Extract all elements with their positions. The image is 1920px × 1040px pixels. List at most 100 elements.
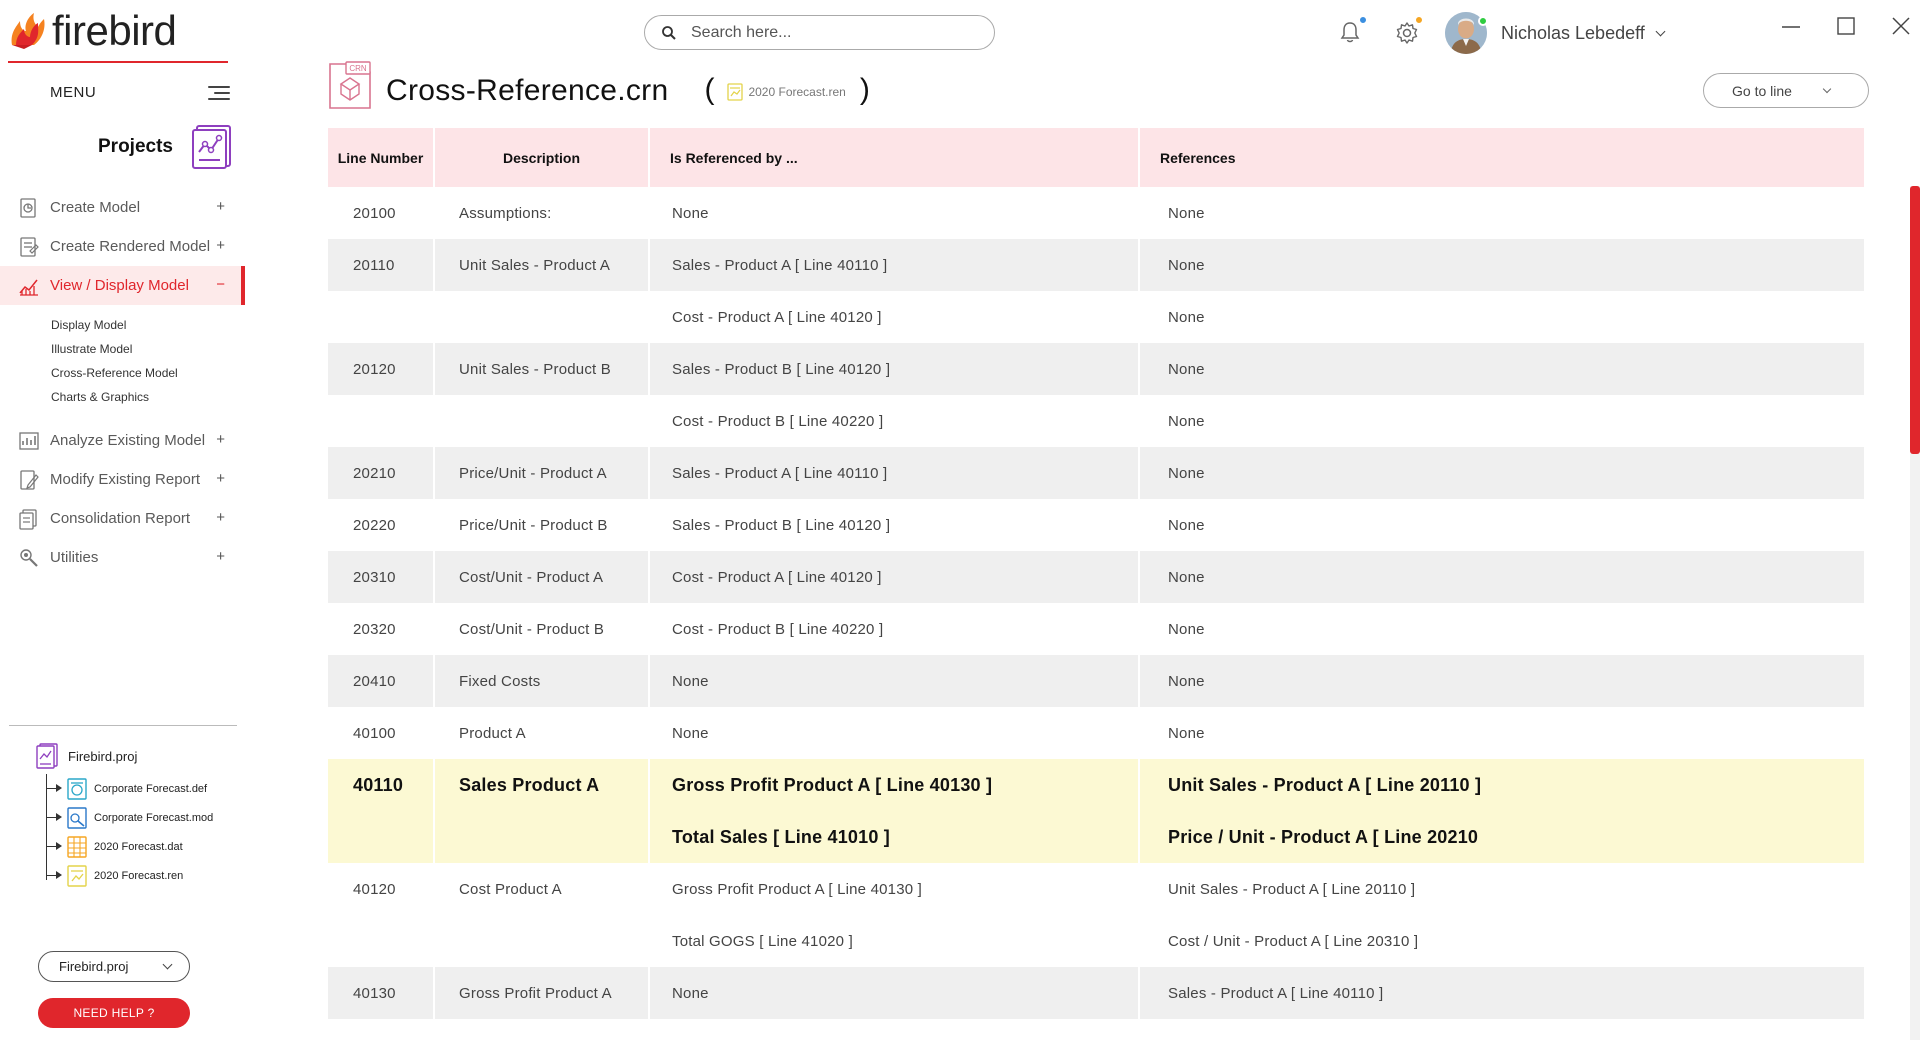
tree-root-item[interactable]: Firebird.proj — [36, 742, 213, 770]
firebird-logo[interactable]: firebird — [8, 8, 177, 54]
project-tree: Firebird.proj Corporate Forecast.def Cor… — [36, 742, 213, 890]
logo-divider — [8, 61, 228, 63]
table-row[interactable]: 20320 Cost/Unit - Product B Cost - Product… — [328, 603, 1864, 655]
search-input[interactable] — [691, 23, 971, 42]
expand-icon[interactable]: + — [216, 237, 225, 254]
go-to-line-select[interactable]: Go to line — [1703, 73, 1869, 108]
table-row[interactable]: 40130 Gross Profit Product A None Sales - P… — [328, 967, 1864, 1019]
scrollbar-thumb[interactable] — [1910, 186, 1920, 454]
app-window: firebird MENU Projects Create Model + Cr… — [0, 0, 1920, 1040]
project-select-value: Firebird.proj — [59, 959, 129, 974]
sidebar-item-analyze-existing-model[interactable]: Analyze Existing Model + — [0, 421, 245, 460]
submenu-illustrate-model[interactable]: Illustrate Model — [51, 337, 245, 361]
page-title: Cross-Reference.crn — [386, 74, 669, 107]
sidebar-item-modify-existing-report[interactable]: Modify Existing Report + — [0, 460, 245, 499]
cell-references: Unit Sales - Product A [ Line 20110 ] — [1168, 880, 1416, 898]
tree-item-dat[interactable]: 2020 Forecast.dat — [46, 832, 213, 861]
cell-referenced-by: Cost - Product B [ Line 40220 ] — [650, 395, 1140, 447]
paren-close: ) — [859, 73, 870, 106]
tree-item-mod[interactable]: Corporate Forecast.mod — [46, 803, 213, 832]
need-help-button[interactable]: NEED HELP ? — [38, 998, 190, 1028]
maximize-icon[interactable] — [1834, 14, 1858, 38]
table-row[interactable]: 20100 Assumptions: None None — [328, 187, 1864, 239]
cell-references: None — [1168, 464, 1205, 482]
tree-item-def[interactable]: Corporate Forecast.def — [46, 774, 213, 803]
collapse-icon[interactable]: − — [216, 276, 225, 293]
ren-file-icon — [67, 864, 87, 887]
cell-references: Cost / Unit - Product A [ Line 20310 ] — [1168, 932, 1419, 950]
table-row[interactable]: Cost - Product B [ Line 40220 ] None — [328, 395, 1864, 447]
table-row[interactable]: 20120 Unit Sales - Product B Sales - Produ… — [328, 343, 1864, 395]
project-select[interactable]: Firebird.proj — [38, 951, 190, 982]
table-row[interactable]: 20310 Cost/Unit - Product A Cost - Product… — [328, 551, 1864, 603]
sidebar-item-view-display-model[interactable]: View / Display Model − — [0, 266, 245, 305]
tree-children: Corporate Forecast.def Corporate Forecas… — [46, 774, 213, 890]
cell-description: Unit Sales - Product B — [435, 343, 650, 395]
header-description: Description — [435, 128, 650, 187]
cell-referenced-by: Total Sales [ Line 41010 ] — [650, 811, 1140, 863]
expand-icon[interactable]: + — [216, 470, 225, 487]
expand-icon[interactable]: + — [216, 509, 225, 526]
cell-description: Assumptions: — [435, 187, 650, 239]
cell-referenced-by: Cost - Product B [ Line 40220 ] — [650, 603, 1140, 655]
close-icon[interactable] — [1889, 14, 1913, 38]
submenu-charts-graphics[interactable]: Charts & Graphics — [51, 385, 245, 409]
cell-references: None — [1168, 204, 1205, 222]
table-row[interactable]: 20410 Fixed Costs None None — [328, 655, 1864, 707]
sidebar-item-utilities[interactable]: Utilities + — [0, 538, 245, 577]
table-row[interactable]: Total GOGS [ Line 41020 ] Cost / Unit - P… — [328, 915, 1864, 967]
cell-line-number: 20220 — [328, 499, 435, 551]
table-row[interactable]: 40120 Cost Product A Gross Profit Product … — [328, 863, 1864, 915]
table-row[interactable]: 20210 Price/Unit - Product A Sales - Produ… — [328, 447, 1864, 499]
table-row[interactable]: 40100 Product A None None — [328, 707, 1864, 759]
cell-description: Sales Product A — [435, 759, 650, 811]
table-row[interactable]: 20220 Price/Unit - Product B Sales - Produ… — [328, 499, 1864, 551]
table-row[interactable]: Cost - Product A [ Line 40120 ] None — [328, 291, 1864, 343]
expand-icon[interactable]: + — [216, 548, 225, 565]
sidebar-item-create-model[interactable]: Create Model + — [0, 188, 245, 227]
cell-referenced-by: Gross Profit Product A [ Line 40130 ] — [650, 863, 1140, 915]
cell-references: None — [1168, 360, 1205, 378]
cell-description — [435, 915, 650, 967]
crn-file-icon: CRN — [329, 61, 371, 109]
cell-referenced-by: Sales - Product B [ Line 40120 ] — [650, 343, 1140, 395]
sidebar-item-consolidation-report[interactable]: Consolidation Report + — [0, 499, 245, 538]
table-row[interactable]: 40110 Sales Product A Gross Profit Product… — [328, 759, 1864, 811]
consolidation-report-icon — [19, 508, 37, 530]
table-row[interactable]: 20110 Unit Sales - Product A Sales - Produ… — [328, 239, 1864, 291]
projects-title: Projects — [98, 136, 173, 157]
cell-references: None — [1168, 516, 1205, 534]
sidebar-item-create-rendered-model[interactable]: Create Rendered Model + — [0, 227, 245, 266]
cell-description: Price/Unit - Product B — [435, 499, 650, 551]
search-icon — [662, 25, 676, 40]
expand-icon[interactable]: + — [216, 431, 225, 448]
paren-open: ( — [704, 73, 715, 106]
online-status-badge — [1478, 16, 1488, 26]
user-name: Nicholas Lebedeff — [1501, 22, 1645, 43]
cell-referenced-by: Sales - Product A [ Line 40110 ] — [650, 447, 1140, 499]
cell-line-number: 20110 — [328, 239, 435, 291]
table-row[interactable]: Total Sales [ Line 41010 ] Price / Unit -… — [328, 811, 1864, 863]
cell-line-number — [328, 811, 435, 863]
menu-header: MENU — [50, 84, 230, 101]
source-file-link[interactable]: 2020 Forecast.ren — [726, 82, 846, 102]
cell-description: Fixed Costs — [435, 655, 650, 707]
cell-references: Price / Unit - Product A [ Line 20210 — [1168, 826, 1479, 847]
search-box[interactable] — [644, 15, 995, 50]
cell-line-number: 20210 — [328, 447, 435, 499]
modify-report-icon — [20, 469, 39, 490]
cell-description — [435, 291, 650, 343]
sidebar-item-label: View / Display Model — [50, 277, 189, 294]
tree-item-ren[interactable]: 2020 Forecast.ren — [46, 861, 213, 890]
cell-description: Cost Product A — [435, 863, 650, 915]
notification-badge — [1358, 15, 1368, 25]
expand-icon[interactable]: + — [216, 198, 225, 215]
chevron-down-icon — [1822, 84, 1832, 93]
cell-referenced-by: None — [650, 187, 1140, 239]
chevron-down-icon — [1655, 26, 1666, 36]
hamburger-icon[interactable] — [208, 85, 230, 100]
svg-text:CRN: CRN — [349, 64, 367, 73]
submenu-display-model[interactable]: Display Model — [51, 313, 245, 337]
submenu-cross-reference-model[interactable]: Cross-Reference Model — [51, 361, 245, 385]
minimize-icon[interactable] — [1779, 14, 1803, 38]
